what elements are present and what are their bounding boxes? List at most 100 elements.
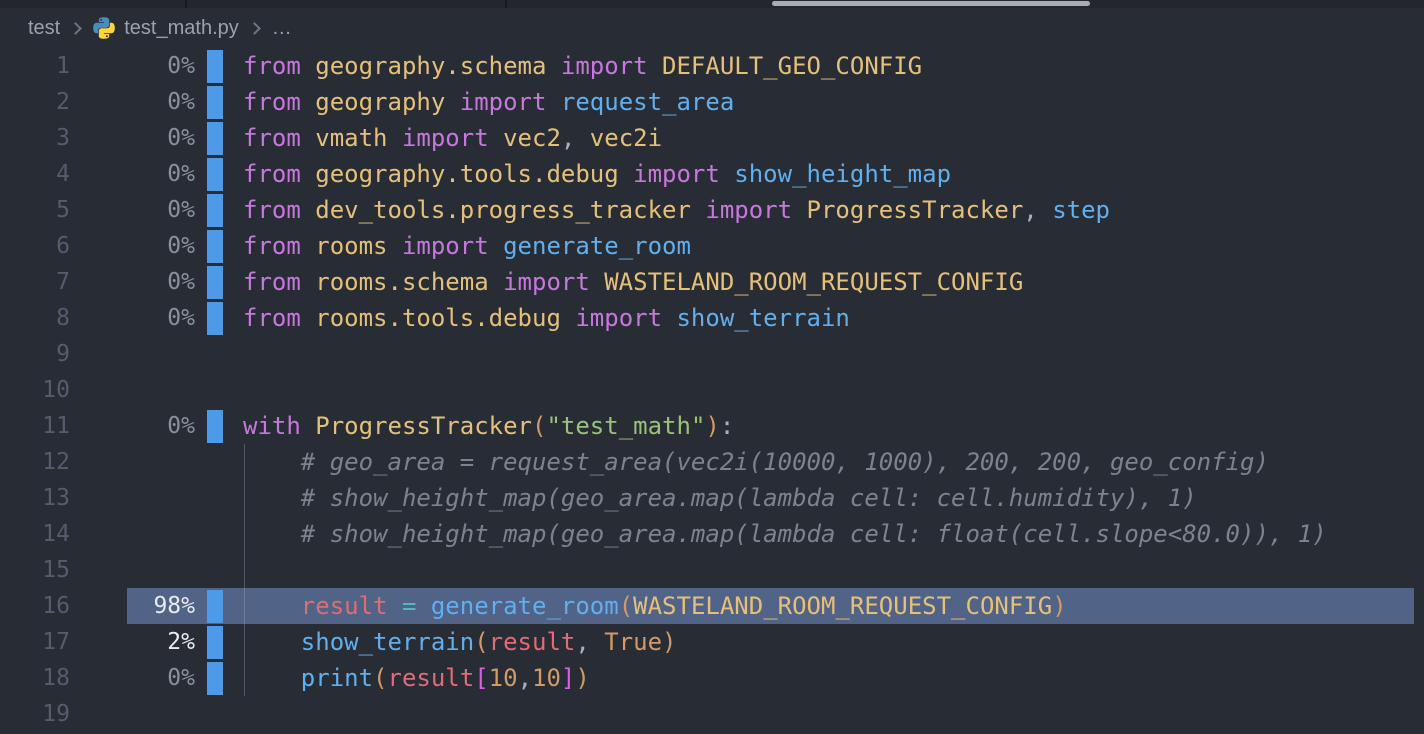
code-token: 10: [489, 664, 518, 692]
code-token: rooms: [315, 232, 387, 260]
code-line[interactable]: with ProgressTracker("test_math"):: [243, 412, 1424, 440]
line-row[interactable]: 40% from geography.tools.debug import sho…: [0, 156, 1424, 192]
code-line[interactable]: # show_height_map(geo_area.map(lambda ce…: [243, 520, 1424, 548]
line-row[interactable]: 14 # show_height_map(geo_area.map(lambda…: [0, 516, 1424, 552]
line-number[interactable]: 10: [0, 377, 70, 403]
line-number[interactable]: 7: [0, 269, 70, 295]
gutter-marker-column: [195, 120, 243, 156]
coverage-percent: 0%: [70, 161, 195, 187]
code-token: dev_tools.progress_tracker: [315, 196, 691, 224]
code-token: import: [489, 268, 605, 296]
line-row[interactable]: 20%from geography import request_area: [0, 84, 1424, 120]
coverage-percent: 0%: [70, 269, 195, 295]
line-number[interactable]: 19: [0, 701, 70, 727]
code-token: with: [243, 412, 315, 440]
breadcrumb-folder[interactable]: test: [28, 17, 60, 40]
line-row[interactable]: 172% show_terrain(result, True): [0, 624, 1424, 660]
code-line[interactable]: from geography.tools.debug import show_h…: [243, 160, 1424, 188]
code-line[interactable]: from vmath import vec2, vec2i: [243, 124, 1424, 152]
breadcrumb: test test_math.py …: [0, 8, 1424, 48]
code-token: WASTELAND_ROOM_REQUEST_CONFIG: [633, 592, 1052, 620]
code-token: ,: [575, 628, 604, 656]
breadcrumb-file[interactable]: test_math.py: [124, 17, 239, 40]
gutter-marker-column: [195, 192, 243, 228]
code-line[interactable]: from geography import request_area: [243, 88, 1424, 116]
tab-bar-scrollbar-thumb[interactable]: [772, 1, 1090, 6]
code-line[interactable]: from dev_tools.progress_tracker import P…: [243, 196, 1424, 224]
code-token: show_height_map: [734, 160, 951, 188]
code-line[interactable]: print(result[10,10]): [243, 664, 1424, 692]
code-token: (: [532, 412, 546, 440]
gutter-marker-column: [195, 480, 243, 516]
gutter-marker-column: [195, 552, 243, 588]
code-token: DEFAULT_GEO_CONFIG: [662, 52, 922, 80]
line-row[interactable]: 13 # show_height_map(geo_area.map(lambda…: [0, 480, 1424, 516]
line-row[interactable]: 19: [0, 696, 1424, 732]
coverage-percent: 0%: [70, 125, 195, 151]
coverage-marker: [207, 50, 223, 83]
code-token: ): [1052, 592, 1066, 620]
line-number[interactable]: 15: [0, 557, 70, 583]
line-row[interactable]: 12 # geo_area = request_area(vec2i(10000…: [0, 444, 1424, 480]
line-row[interactable]: 50%from dev_tools.progress_tracker impor…: [0, 192, 1424, 228]
line-row[interactable]: 10: [0, 372, 1424, 408]
code-line[interactable]: # geo_area = request_area(vec2i(10000, 1…: [243, 448, 1424, 476]
line-number[interactable]: 2: [0, 89, 70, 115]
code-editor[interactable]: 10%from geography.schema import DEFAULT_…: [0, 48, 1424, 732]
code-token: WASTELAND_ROOM_REQUEST_CONFIG: [604, 268, 1023, 296]
gutter-marker-column: [195, 588, 243, 624]
code-line[interactable]: result = generate_room(WASTELAND_ROOM_RE…: [243, 592, 1424, 620]
code-token: from: [243, 124, 315, 152]
line-row[interactable]: 80%from rooms.tools.debug import show_te…: [0, 300, 1424, 336]
gutter-marker-column: [195, 444, 243, 480]
coverage-marker: [207, 410, 223, 443]
code-line[interactable]: from rooms.tools.debug import show_terra…: [243, 304, 1424, 332]
line-number[interactable]: 16: [0, 593, 70, 619]
code-token: generate_room: [503, 232, 691, 260]
code-token: geography.tools.debug: [315, 160, 618, 188]
code-token: ,: [1023, 196, 1052, 224]
code-line[interactable]: # show_height_map(geo_area.map(lambda ce…: [243, 484, 1424, 512]
code-line[interactable]: from rooms import generate_room: [243, 232, 1424, 260]
code-line[interactable]: show_terrain(result, True): [243, 628, 1424, 656]
line-number[interactable]: 8: [0, 305, 70, 331]
gutter-marker-column: [195, 300, 243, 336]
line-number[interactable]: 5: [0, 197, 70, 223]
tab-bar-bottom-strip: [0, 0, 1424, 8]
coverage-percent: 0%: [70, 53, 195, 79]
line-row[interactable]: 15: [0, 552, 1424, 588]
line-number[interactable]: 1: [0, 53, 70, 79]
breadcrumb-overflow[interactable]: …: [272, 17, 292, 40]
coverage-marker: [207, 122, 223, 155]
gutter-marker-column: [195, 624, 243, 660]
line-number[interactable]: 17: [0, 629, 70, 655]
line-number[interactable]: 11: [0, 413, 70, 439]
line-number[interactable]: 4: [0, 161, 70, 187]
line-row[interactable]: 9: [0, 336, 1424, 372]
line-row[interactable]: 180% print(result[10,10]): [0, 660, 1424, 696]
coverage-marker: [207, 194, 223, 227]
coverage-marker: [207, 86, 223, 119]
line-row[interactable]: 70% from rooms.schema import WASTELAND_RO…: [0, 264, 1424, 300]
code-token: [: [474, 664, 488, 692]
line-number[interactable]: 18: [0, 665, 70, 691]
line-row[interactable]: 30% from vmath import vec2, vec2i: [0, 120, 1424, 156]
code-line[interactable]: from rooms.schema import WASTELAND_ROOM_…: [243, 268, 1424, 296]
line-number[interactable]: 14: [0, 521, 70, 547]
gutter-marker-column: [195, 660, 243, 696]
line-row[interactable]: 110%with ProgressTracker("test_math"):: [0, 408, 1424, 444]
indent-guide: [244, 552, 245, 588]
code-token: :: [720, 412, 734, 440]
line-row[interactable]: 10% from geography.schema import DEFAULT_…: [0, 48, 1424, 84]
code-token: import: [619, 160, 735, 188]
code-token: import: [388, 124, 504, 152]
line-number[interactable]: 13: [0, 485, 70, 511]
line-number[interactable]: 3: [0, 125, 70, 151]
code-line[interactable]: from geography.schema import DEFAULT_GEO…: [243, 52, 1424, 80]
code-token: (: [619, 592, 633, 620]
line-number[interactable]: 9: [0, 341, 70, 367]
line-row[interactable]: 60%from rooms import generate_room: [0, 228, 1424, 264]
line-row[interactable]: 1698% result = generate_room(WASTELAND_R…: [0, 588, 1424, 624]
line-number[interactable]: 12: [0, 449, 70, 475]
line-number[interactable]: 6: [0, 233, 70, 259]
